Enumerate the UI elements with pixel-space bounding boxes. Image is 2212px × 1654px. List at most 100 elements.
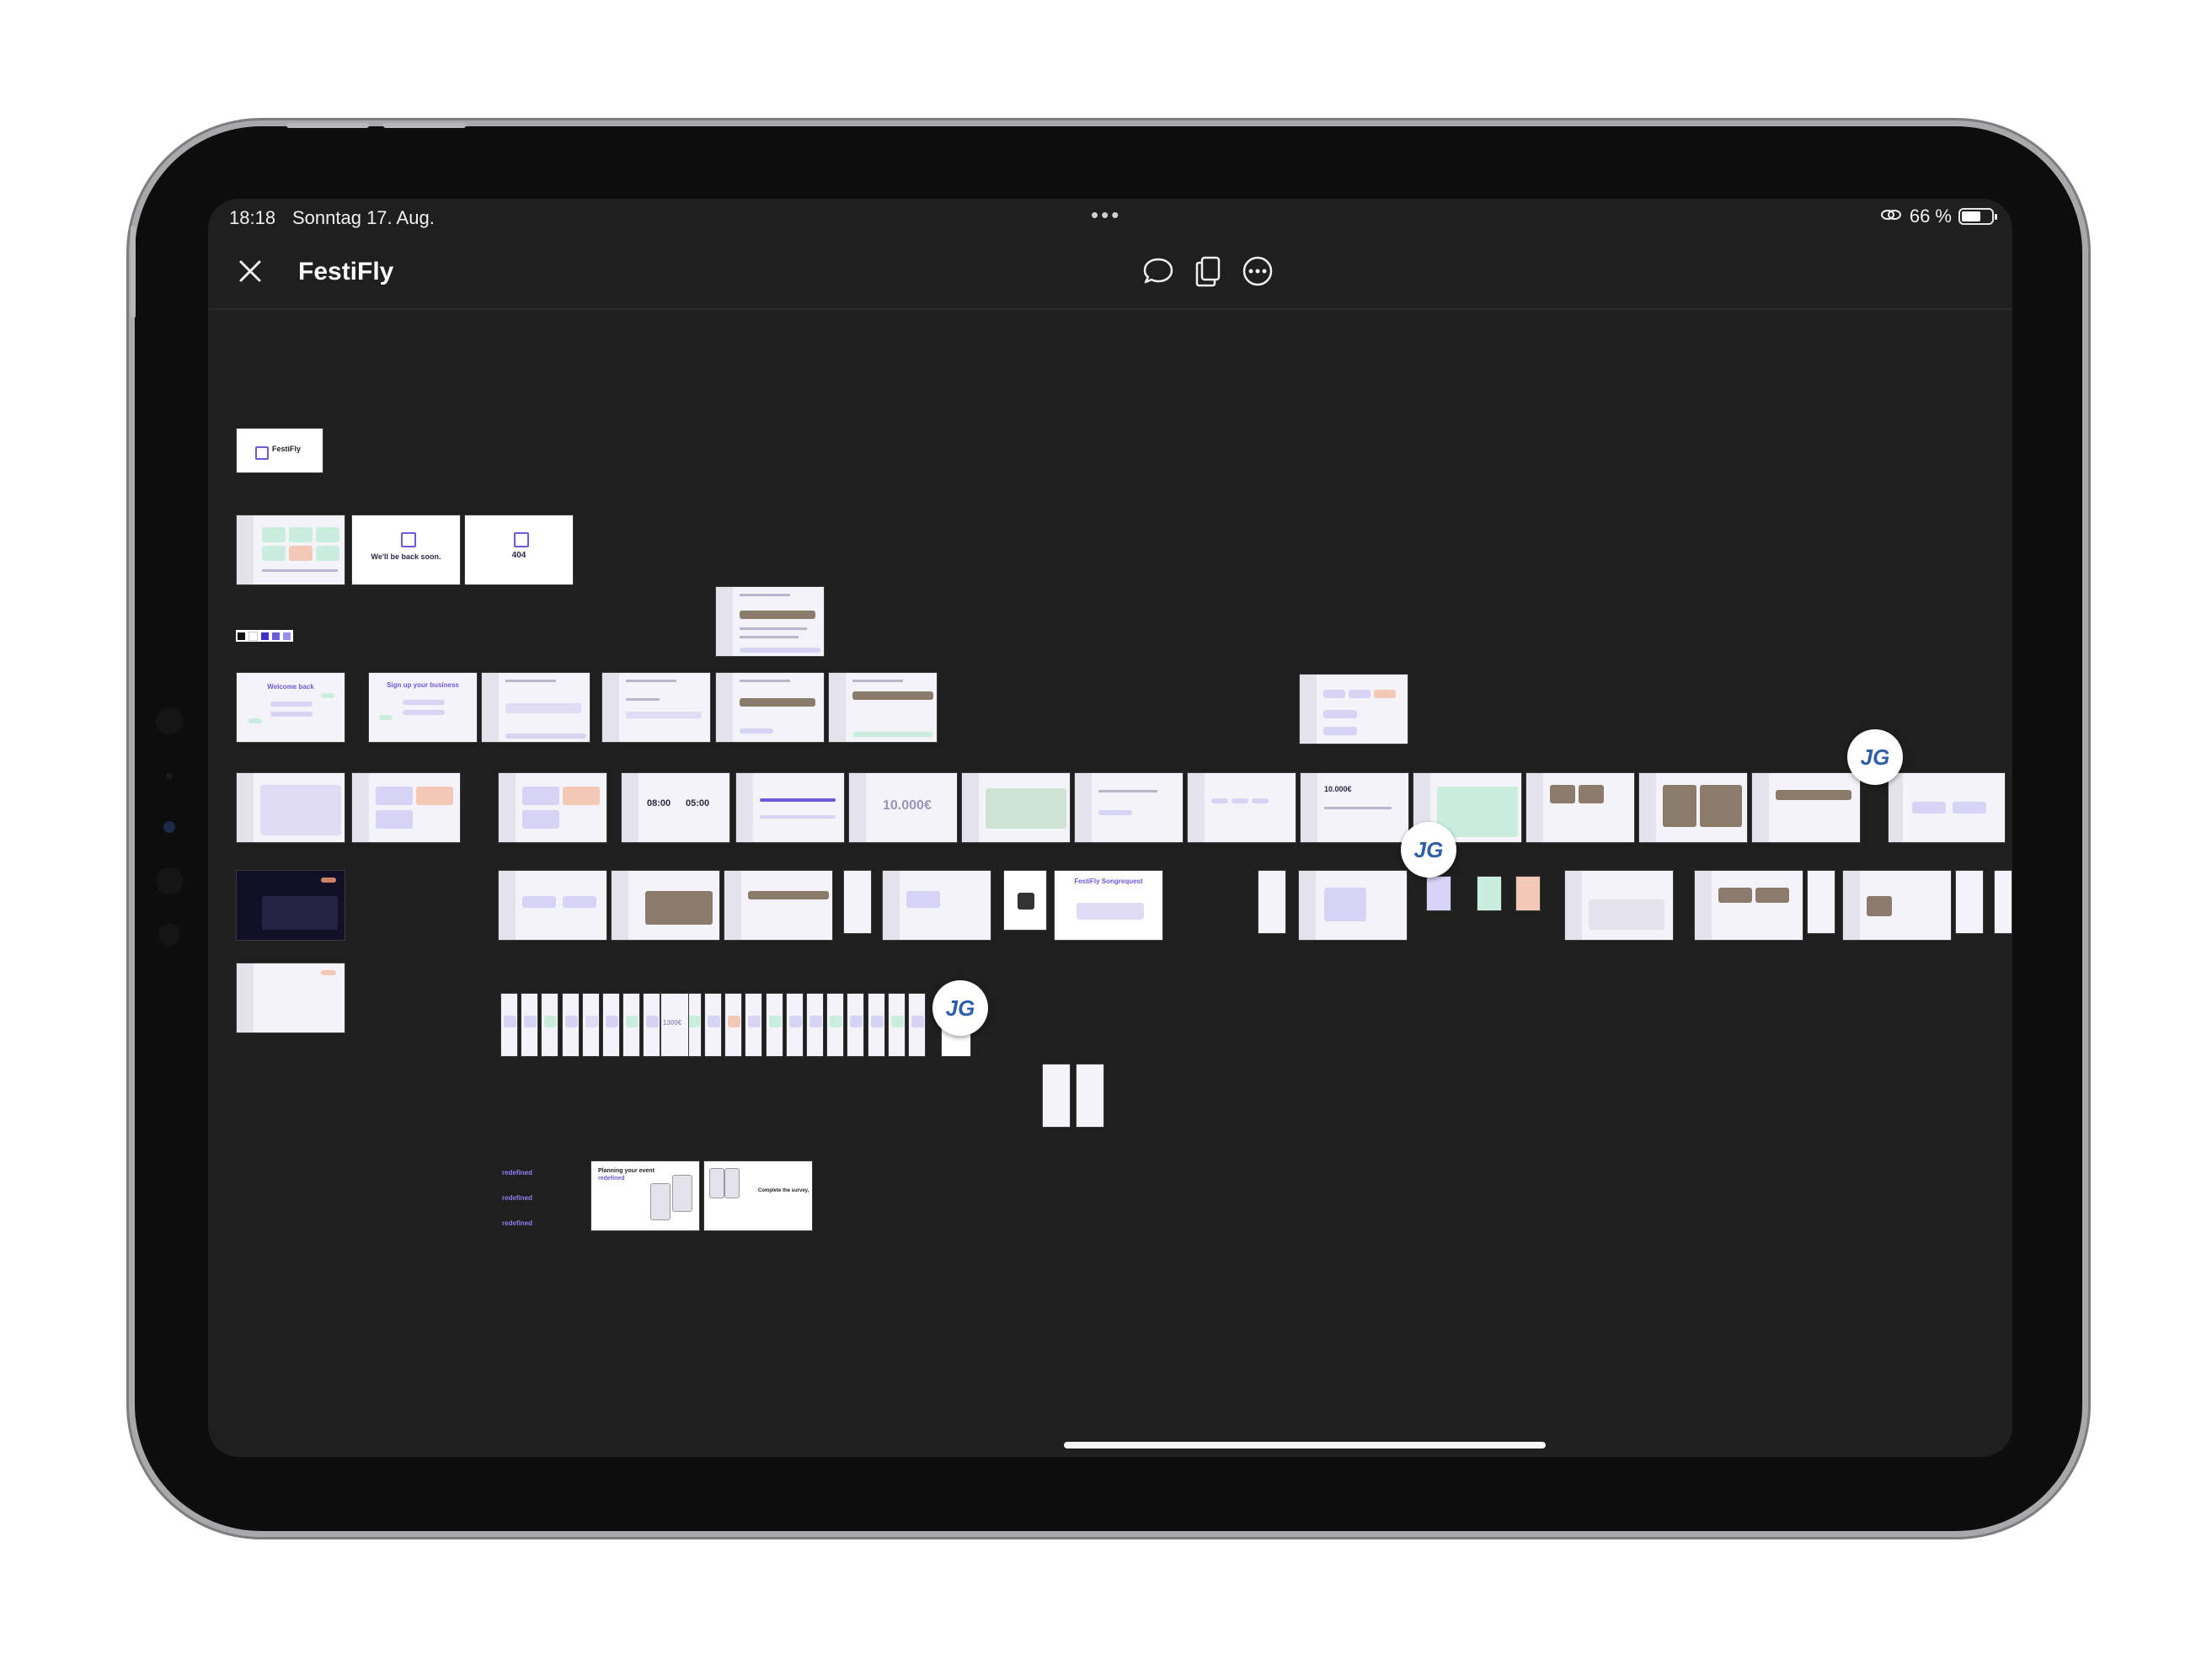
mobile-screen[interactable] [704,993,722,1057]
mobile-screen[interactable] [724,993,743,1057]
manage-frame-4[interactable] [882,870,991,941]
promo-planning-title: Planning your event [598,1168,655,1174]
error-404-frame[interactable]: 404 [464,515,574,585]
budget-summary-frame[interactable]: 10.000€ [1300,772,1409,843]
promo-survey-frame[interactable]: Complete the survey, [703,1160,813,1231]
mobile-screen[interactable] [765,993,783,1057]
guests-frame[interactable] [1299,674,1408,744]
mobile-screen[interactable] [908,993,926,1057]
home-indicator[interactable] [1064,1442,1546,1449]
event-detail-frame[interactable] [715,586,825,657]
side-button [131,226,136,318]
small-budget: 1300€ [663,1019,682,1027]
mobile-frame-4[interactable] [1955,870,1984,934]
map-frame[interactable] [961,772,1071,843]
songrequest-frame[interactable]: FestiFly Songrequest [1054,870,1163,941]
mobile-frame-edge[interactable] [1994,870,2012,934]
status-date: Sonntag 17. Aug. [292,207,435,228]
ticket-mini-2[interactable] [1477,876,1502,911]
mobile-screen[interactable] [847,993,865,1057]
camera-lens [163,821,175,833]
mobile-screen[interactable] [581,993,600,1057]
logo-text: FestiFly [272,445,302,453]
mobile-screens-strip[interactable] [500,993,930,1057]
mobile-frame-2[interactable] [1258,870,1286,934]
mobile-screen[interactable] [785,993,804,1057]
multitasking-dots[interactable]: ••• [1091,202,1121,228]
dashboard-frame-4[interactable] [236,963,345,1033]
mobile-screen[interactable] [541,993,559,1057]
onboarding-frame-1[interactable] [481,672,590,743]
mobile-screen[interactable] [745,993,763,1057]
link-icon [1879,205,1903,227]
manage-frame-1[interactable] [498,870,607,941]
collaborator-avatar-3[interactable]: JG [932,980,988,1036]
maintenance-frame[interactable]: We'll be back soon. [351,515,461,585]
mobile-frame-1[interactable] [843,870,872,934]
manage-frame-3[interactable] [724,870,833,941]
planner-frame-1[interactable] [498,772,607,843]
login-frame[interactable]: Welcome back [236,672,345,743]
qr-frame[interactable] [1003,870,1047,931]
maintenance-text: We'll be back soon. [371,552,441,561]
copy-pages-icon [1195,256,1221,287]
promo-redefined-2: redefined [502,1194,533,1202]
gallery-frame-2[interactable] [1694,870,1803,941]
camera-dot-1 [156,707,183,734]
mobile-screen[interactable] [602,993,620,1057]
mobile-frame-3[interactable] [1807,870,1835,934]
promo-planning-frame[interactable]: Planning your event redefined [590,1160,700,1231]
dashboard-frame-3[interactable] [351,772,461,843]
planner-frame-edge[interactable] [1888,772,2006,843]
dashboard-frame-2[interactable] [236,772,345,843]
mobile-flow-frame[interactable] [1564,870,1674,941]
collaborator-avatar-2[interactable]: JG [1401,822,1456,878]
onboarding-frame-2[interactable] [601,672,711,743]
images-frame[interactable] [1751,772,1861,843]
mobile-screen[interactable] [643,993,661,1057]
time-end: 05:00 [686,798,710,808]
ticket-mini-3[interactable] [1515,876,1541,911]
comment-icon [1143,258,1173,284]
gallery-frame[interactable] [1638,772,1748,843]
slider-frame[interactable] [735,772,845,843]
logo-frame[interactable]: FestiFly [236,428,323,473]
pages-button[interactable] [1191,254,1225,288]
options-frame[interactable] [1187,772,1296,843]
mobile-screen[interactable] [521,993,539,1057]
battery-percent: 66 % [1909,205,1952,227]
budget-frame[interactable]: 10.000€ [848,772,958,843]
budget-value-2: 10.000€ [1324,785,1352,793]
mobile-frame-6[interactable] [1076,1064,1104,1128]
sensor-dot-1 [156,867,183,894]
gallery-frame-3[interactable] [1842,870,1952,941]
mobile-screen[interactable] [561,993,580,1057]
signup-frame[interactable]: Sign up your business [368,672,478,743]
ticket-mini-1[interactable] [1426,876,1451,911]
time-frame[interactable]: 08:00 05:00 [621,772,730,843]
select-frame[interactable] [1074,772,1183,843]
comment-button[interactable] [1141,254,1175,288]
mobile-screen[interactable] [500,993,518,1057]
collaborator-avatar-1[interactable]: JG [1847,729,1903,785]
sensor-dot-2 [158,924,180,946]
checkin-frame[interactable] [1298,870,1408,941]
design-canvas[interactable]: FestiFly We'll be back soon. 404 Welcome… [208,310,2012,1457]
dashboard-frame[interactable] [236,515,345,585]
mobile-screen[interactable] [806,993,824,1057]
mobile-screen[interactable] [867,993,885,1057]
photos-frame[interactable] [1525,772,1635,843]
more-button[interactable] [1241,254,1274,288]
mobile-screen[interactable] [887,993,906,1057]
promo-redefined-frame[interactable]: redefined redefined redefined [497,1160,569,1231]
mobile-screen[interactable] [826,993,845,1057]
budget-mobile-frame[interactable]: 1300€ [660,993,689,1057]
color-swatches[interactable] [236,630,293,642]
mobile-screen[interactable] [622,993,641,1057]
dark-mode-frame[interactable] [236,870,345,941]
manage-frame-2[interactable] [611,870,720,941]
close-button[interactable] [233,254,267,288]
onboarding-frame-4[interactable] [828,672,938,743]
onboarding-frame-3[interactable] [715,672,825,743]
mobile-frame-5[interactable] [1042,1064,1071,1128]
